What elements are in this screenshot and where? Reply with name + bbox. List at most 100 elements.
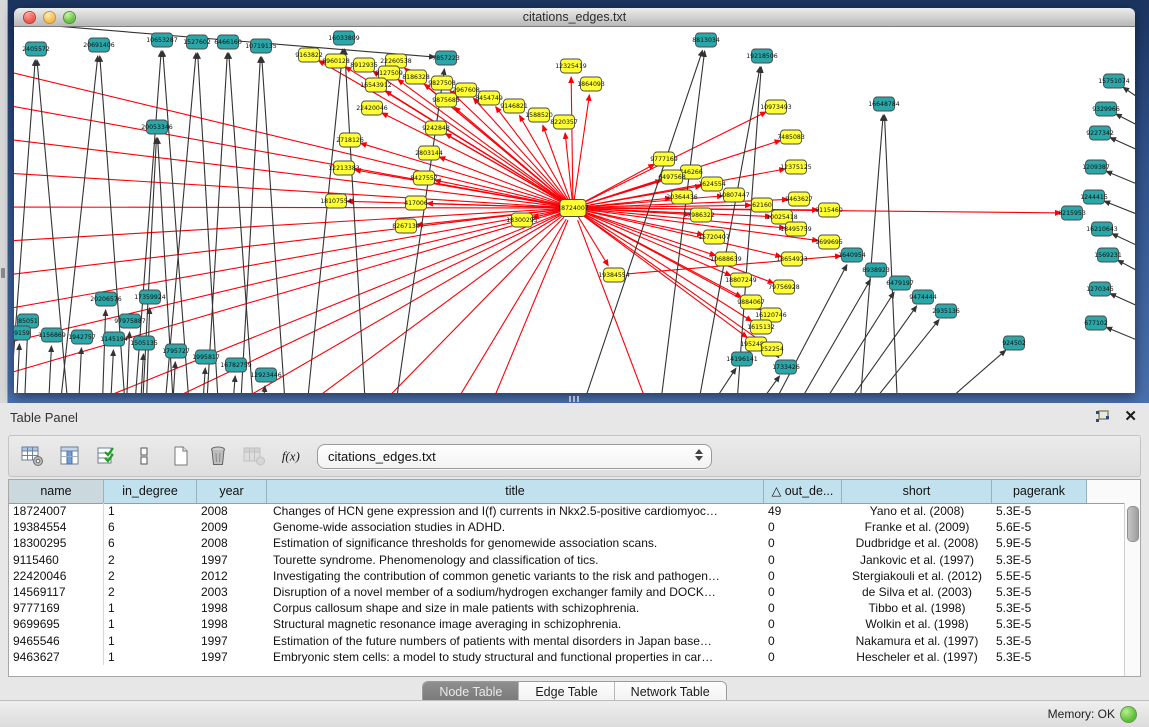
- table-row[interactable]: 946554611997Estimation of the future num…: [9, 633, 1125, 649]
- graph-edge[interactable]: [204, 215, 562, 393]
- table-cell[interactable]: Corpus callosum shape and size in male p…: [267, 600, 764, 616]
- graph-edge[interactable]: [206, 53, 227, 393]
- table-cell[interactable]: Tibbo et al. (1998): [842, 600, 992, 616]
- table-cell[interactable]: 2012: [197, 568, 267, 584]
- column-header-in_degree[interactable]: in_degree: [104, 480, 197, 503]
- table-cell[interactable]: Yano et al. (2008): [842, 503, 992, 519]
- table-row[interactable]: 1456911722003Disruption of a novel membe…: [9, 584, 1125, 600]
- table-cell[interactable]: Jankovic et al. (1997): [842, 552, 992, 568]
- graph-edge[interactable]: [78, 348, 81, 393]
- float-panel-icon[interactable]: [1095, 410, 1110, 423]
- table-cell[interactable]: Hescheler et al. (1997): [842, 649, 992, 665]
- table-row[interactable]: 2242004622012Investigating the contribut…: [9, 568, 1125, 584]
- column-header-short[interactable]: short: [842, 480, 992, 503]
- table-cell[interactable]: de Silva et al. (2003): [842, 584, 992, 600]
- graph-edge[interactable]: [1116, 114, 1135, 131]
- graph-edge[interactable]: [142, 138, 156, 393]
- create-column-icon[interactable]: [169, 445, 193, 467]
- table-cell[interactable]: 9463627: [9, 649, 104, 665]
- table-cell[interactable]: 2003: [197, 584, 267, 600]
- graph-edge[interactable]: [102, 310, 106, 393]
- table-cell[interactable]: Estimation of significance thresholds fo…: [267, 535, 764, 551]
- column-header-year[interactable]: year: [197, 480, 267, 503]
- table-cell[interactable]: 1998: [197, 616, 267, 632]
- graph-edge[interactable]: [14, 207, 560, 208]
- table-cell[interactable]: 9115460: [9, 552, 104, 568]
- table-cell[interactable]: 5.3E-5: [992, 649, 1087, 665]
- table-cell[interactable]: 1: [104, 616, 197, 632]
- graph-edge[interactable]: [14, 60, 35, 393]
- table-cell[interactable]: 1998: [197, 600, 267, 616]
- table-cell[interactable]: 2: [104, 552, 197, 568]
- graph-edge[interactable]: [140, 354, 143, 393]
- graph-edge[interactable]: [1106, 171, 1135, 189]
- table-cell[interactable]: Franke et al. (2009): [842, 519, 992, 535]
- graph-edge[interactable]: [1118, 260, 1135, 277]
- graph-edge[interactable]: [202, 368, 205, 393]
- table-cell[interactable]: Disruption of a novel member of a sodium…: [267, 584, 764, 600]
- table-cell[interactable]: Embryonic stem cells: a model to study s…: [267, 649, 764, 665]
- graph-edge[interactable]: [884, 115, 898, 393]
- graph-edge[interactable]: [198, 53, 219, 393]
- table-cell[interactable]: Changes of HCN gene expression and I(f) …: [267, 503, 764, 519]
- table-cell[interactable]: 5.3E-5: [992, 600, 1087, 616]
- table-selector-dropdown[interactable]: citations_edges.txt: [317, 444, 712, 469]
- show-columns-icon[interactable]: [58, 445, 82, 467]
- table-cell[interactable]: Tourette syndrome. Phenomenology and cla…: [267, 552, 764, 568]
- graph-edge[interactable]: [484, 220, 568, 393]
- graph-edge[interactable]: [232, 376, 235, 393]
- graph-edge[interactable]: [444, 219, 566, 393]
- table-cell[interactable]: 5.3E-5: [992, 584, 1087, 600]
- graph-edge[interactable]: [124, 214, 561, 393]
- graph-edge[interactable]: [240, 57, 260, 393]
- column-header-pagerank[interactable]: pagerank: [992, 480, 1087, 503]
- graph-edge[interactable]: [1110, 138, 1135, 155]
- table-cell[interactable]: 2: [104, 568, 197, 584]
- graph-edge[interactable]: [16, 344, 19, 393]
- table-cell[interactable]: Dudbridge et al. (2008): [842, 535, 992, 551]
- table-cell[interactable]: 9777169: [9, 600, 104, 616]
- graph-edge[interactable]: [37, 60, 69, 393]
- graph-edge[interactable]: [929, 350, 1006, 393]
- graph-edge[interactable]: [14, 210, 560, 277]
- table-cell[interactable]: 18724007: [9, 503, 104, 519]
- table-cell[interactable]: 0: [764, 633, 842, 649]
- function-builder-icon[interactable]: f(x): [280, 445, 304, 467]
- table-cell[interactable]: 0: [764, 519, 842, 535]
- graph-edge[interactable]: [14, 211, 560, 347]
- graph-edge[interactable]: [164, 53, 196, 393]
- collapsed-side-panel[interactable]: [0, 0, 8, 403]
- table-cell[interactable]: 0: [764, 584, 842, 600]
- table-cell[interactable]: Estimation of the future numbers of pati…: [267, 633, 764, 649]
- table-cell[interactable]: 49: [764, 503, 842, 519]
- graph-edge[interactable]: [24, 332, 28, 393]
- table-row[interactable]: 1872400712008Changes of HCN gene express…: [9, 503, 1125, 519]
- table-cell[interactable]: 1997: [197, 633, 267, 649]
- column-header-out_de[interactable]: △ out_de...: [764, 480, 842, 503]
- table-cell[interactable]: 5.6E-5: [992, 519, 1087, 535]
- table-cell[interactable]: 5.3E-5: [992, 503, 1087, 519]
- table-cell[interactable]: 6: [104, 519, 197, 535]
- graph-edge[interactable]: [750, 376, 780, 393]
- network-canvas[interactable]: 2405572206914061065328715276026466160107…: [14, 27, 1135, 393]
- graph-edge[interactable]: [1104, 201, 1135, 219]
- splitter-handle[interactable]: [569, 396, 579, 402]
- delete-column-icon[interactable]: [206, 445, 230, 467]
- network-window-titlebar[interactable]: citations_edges.txt: [14, 8, 1135, 27]
- table-cell[interactable]: 1: [104, 633, 197, 649]
- table-cell[interactable]: 6: [104, 535, 197, 551]
- graph-edge[interactable]: [1123, 87, 1135, 105]
- graph-edge[interactable]: [163, 51, 190, 393]
- table-cell[interactable]: 0: [764, 552, 842, 568]
- close-panel-icon[interactable]: ✕: [1124, 409, 1137, 424]
- graph-edge[interactable]: [861, 320, 939, 393]
- scrollbar-thumb[interactable]: [1127, 506, 1139, 542]
- table-cell[interactable]: 2009: [197, 519, 267, 535]
- table-cell[interactable]: 22420046: [9, 568, 104, 584]
- table-cell[interactable]: 0: [764, 535, 842, 551]
- network-window[interactable]: citations_edges.txt 24055722069140610653…: [14, 8, 1135, 393]
- table-cell[interactable]: 0: [764, 568, 842, 584]
- graph-edge[interactable]: [1106, 327, 1135, 345]
- table-cell[interactable]: 1997: [197, 649, 267, 665]
- column-header-name[interactable]: name: [9, 480, 104, 503]
